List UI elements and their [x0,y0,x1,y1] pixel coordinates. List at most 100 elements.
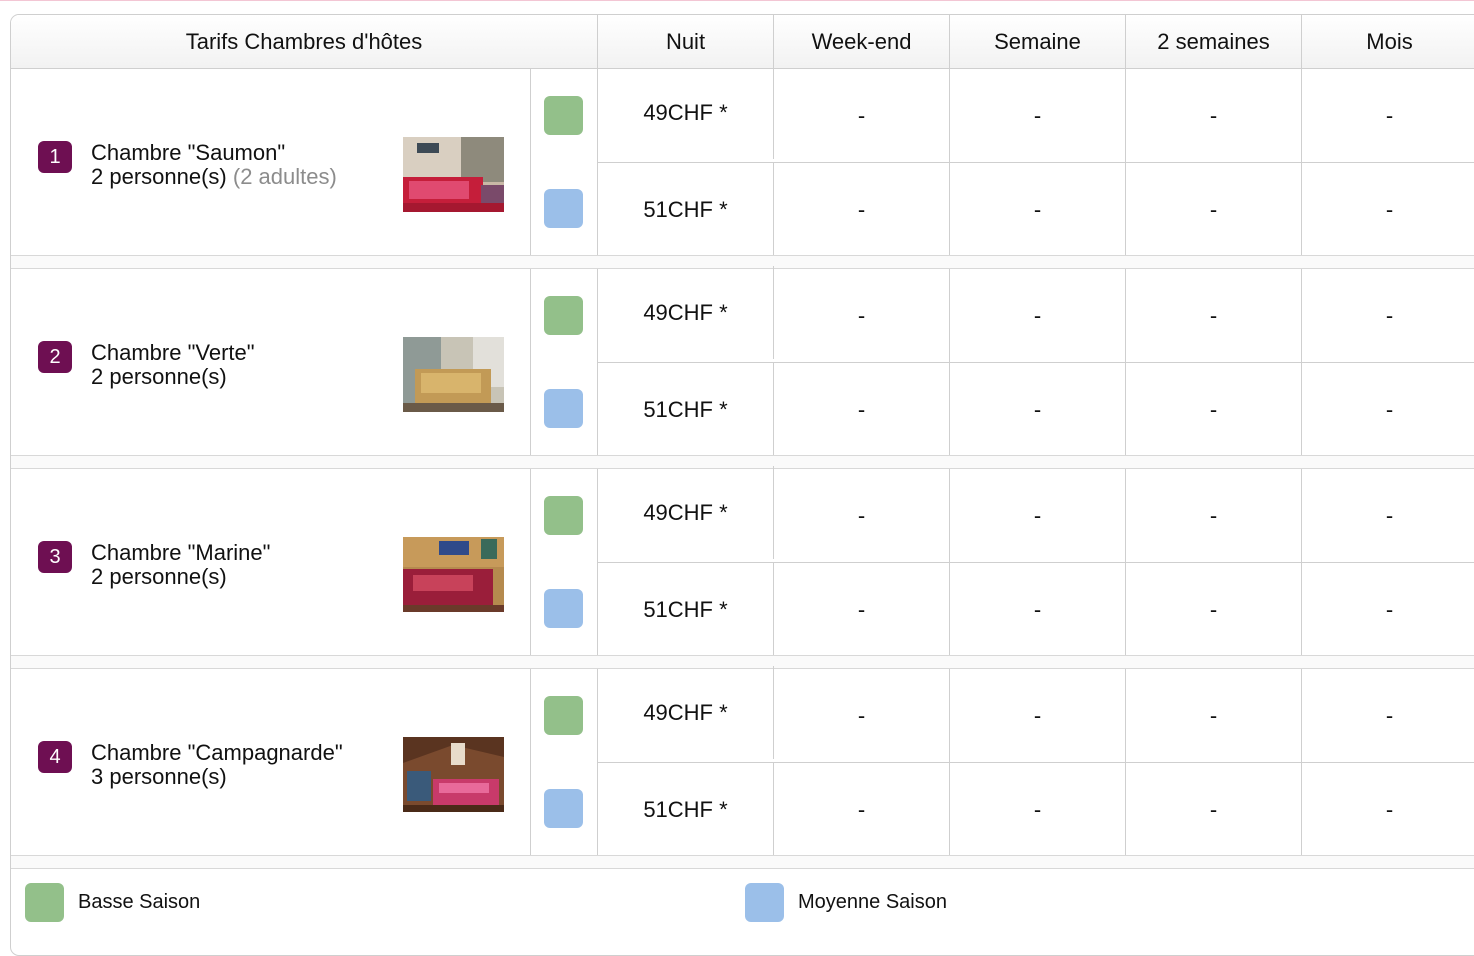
rate-mois: - [1302,763,1474,856]
basse-saison-legend-label: Basse Saison [78,891,201,913]
rate-2-semaines: - [1126,469,1302,562]
rate-nuit: 49CHF * [598,66,774,159]
rate-row: 49CHF * - - - - [598,66,1474,162]
season-swatches [530,669,598,855]
room-capacity-text: 3 personne(s) [91,764,227,789]
season-swatches [530,469,598,655]
room-capacity: 3 personne(s) [91,765,227,789]
rate-nuit: 51CHF * [598,363,774,456]
rate-row: 49CHF * - - - - [598,266,1474,362]
rate-week-end: - [774,269,950,362]
moyenne-saison-legend-swatch [745,883,784,922]
room-number-badge: 2 [38,341,72,373]
season-swatches [530,269,598,455]
bedroom-photo-icon [403,137,504,212]
room-number-badge: 1 [38,141,72,173]
bedroom-photo-icon [403,737,504,812]
col-header-mois: Mois [1302,15,1474,68]
rate-semaine: - [950,69,1126,162]
basse-saison-swatch [544,496,583,535]
rate-2-semaines: - [1126,363,1302,456]
room-photo[interactable] [403,137,504,212]
rate-nuit: 49CHF * [598,666,774,759]
rate-row: 51CHF * - - - - [598,562,1474,656]
basse-saison-swatch [544,96,583,135]
col-header-semaine: Semaine [950,15,1126,68]
rate-nuit: 49CHF * [598,466,774,559]
rate-row: 49CHF * - - - - [598,666,1474,762]
col-header-nuit: Nuit [598,15,774,68]
top-accent-line [0,0,1474,1]
rate-nuit: 51CHF * [598,163,774,256]
moyenne-saison-swatch [544,189,583,228]
room-capacity-text: 2 personne(s) [91,364,227,389]
rate-2-semaines: - [1126,163,1302,256]
rate-semaine: - [950,763,1126,856]
moyenne-saison-legend-label: Moyenne Saison [798,891,947,913]
room-capacity: 2 personne(s) [91,365,227,389]
col-header-2-semaines: 2 semaines [1126,15,1302,68]
bedroom-photo-icon [403,537,504,612]
rate-week-end: - [774,563,950,656]
room-capacity: 2 personne(s) [91,565,227,589]
rate-semaine: - [950,469,1126,562]
table-header: Tarifs Chambres d'hôtes Nuit Week-end Se… [11,15,1474,69]
rate-mois: - [1302,363,1474,456]
rate-week-end: - [774,69,950,162]
basse-saison-swatch [544,296,583,335]
rate-week-end: - [774,469,950,562]
rate-row: 51CHF * - - - - [598,162,1474,256]
room-photo[interactable] [403,737,504,812]
room-number-badge: 4 [38,741,72,773]
rate-week-end: - [774,363,950,456]
room-name: Chambre "Campagnarde" [91,740,343,765]
room-name: Chambre "Verte" [91,340,255,365]
rate-mois: - [1302,163,1474,256]
room-info: 3 Chambre "Marine" 2 personne(s) [11,469,531,655]
rate-mois: - [1302,69,1474,162]
basse-saison-swatch [544,696,583,735]
room-info: 2 Chambre "Verte" 2 personne(s) [11,269,531,455]
rate-nuit: 49CHF * [598,266,774,359]
room-number-badge: 3 [38,541,72,573]
moyenne-saison-swatch [544,789,583,828]
rate-2-semaines: - [1126,269,1302,362]
rate-nuit: 51CHF * [598,763,774,856]
room-block: 2 Chambre "Verte" 2 personne(s) 49CHF * … [11,266,1474,469]
table-title: Tarifs Chambres d'hôtes [11,15,598,68]
rates-table: Tarifs Chambres d'hôtes Nuit Week-end Se… [10,14,1474,956]
rate-mois: - [1302,669,1474,762]
rate-2-semaines: - [1126,763,1302,856]
basse-saison-legend-swatch [25,883,64,922]
rate-2-semaines: - [1126,669,1302,762]
room-photo[interactable] [403,537,504,612]
room-photo[interactable] [403,337,504,412]
rate-row: 49CHF * - - - - [598,466,1474,562]
rate-row: 51CHF * - - - - [598,762,1474,856]
room-block: 3 Chambre "Marine" 2 personne(s) 49CHF *… [11,466,1474,669]
rate-week-end: - [774,669,950,762]
rate-semaine: - [950,269,1126,362]
rate-2-semaines: - [1126,563,1302,656]
rate-week-end: - [774,163,950,256]
season-swatches [530,69,598,255]
room-block: 4 Chambre "Campagnarde" 3 personne(s) 49… [11,666,1474,869]
rate-mois: - [1302,269,1474,362]
rate-semaine: - [950,163,1126,256]
col-header-week-end: Week-end [774,15,950,68]
season-legend: Basse Saison Moyenne Saison [11,870,1474,950]
rate-semaine: - [950,669,1126,762]
room-capacity: 2 personne(s) (2 adultes) [91,165,337,189]
room-info: 4 Chambre "Campagnarde" 3 personne(s) [11,669,531,855]
rate-nuit: 51CHF * [598,563,774,656]
row-separator [11,855,1474,869]
rate-semaine: - [950,363,1126,456]
rate-2-semaines: - [1126,69,1302,162]
room-name: Chambre "Marine" [91,540,271,565]
rate-semaine: - [950,563,1126,656]
room-capacity-text: 2 personne(s) [91,164,227,189]
bedroom-photo-icon [403,337,504,412]
rate-row: 51CHF * - - - - [598,362,1474,456]
room-capacity-text: 2 personne(s) [91,564,227,589]
rate-mois: - [1302,563,1474,656]
